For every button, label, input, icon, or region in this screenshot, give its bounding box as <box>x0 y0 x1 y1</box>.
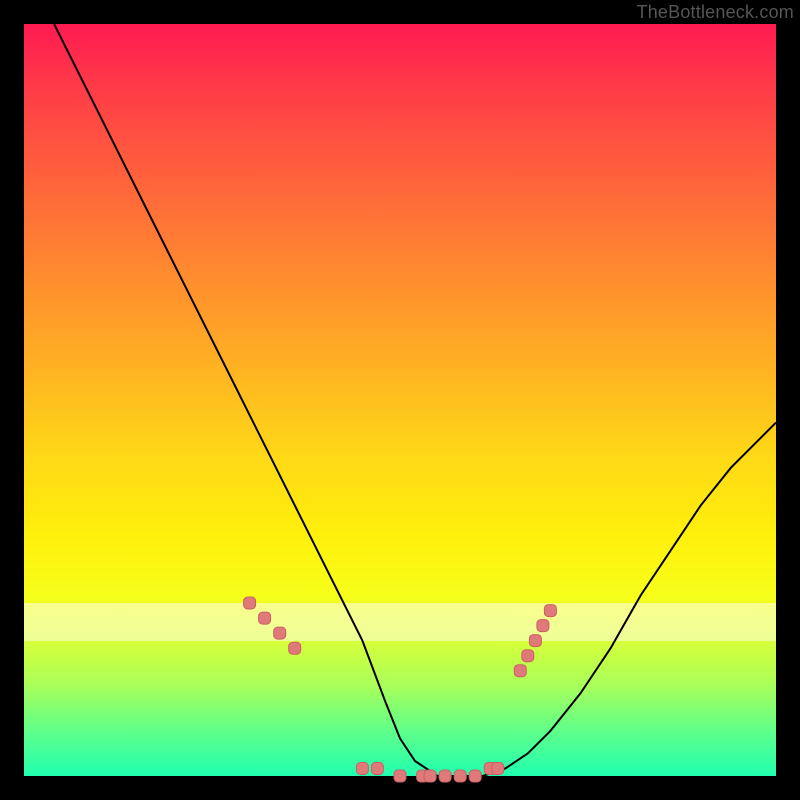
curve-marker <box>522 650 534 662</box>
curve-marker <box>454 770 466 782</box>
curve-marker <box>356 763 368 775</box>
curve-marker <box>514 665 526 677</box>
curve-marker <box>492 763 504 775</box>
curve-marker <box>289 642 301 654</box>
curve-markers <box>244 597 557 782</box>
chart-svg <box>24 24 776 776</box>
curve-marker <box>424 770 436 782</box>
curve-marker <box>274 627 286 639</box>
curve-marker <box>439 770 451 782</box>
curve-marker <box>244 597 256 609</box>
curve-marker <box>537 620 549 632</box>
curve-marker <box>259 612 271 624</box>
bottleneck-curve <box>54 24 776 776</box>
curve-marker <box>371 763 383 775</box>
curve-marker <box>394 770 406 782</box>
chart-frame <box>24 24 776 776</box>
curve-marker <box>529 635 541 647</box>
curve-marker <box>544 605 556 617</box>
watermark-text: TheBottleneck.com <box>637 2 794 23</box>
curve-marker <box>469 770 481 782</box>
